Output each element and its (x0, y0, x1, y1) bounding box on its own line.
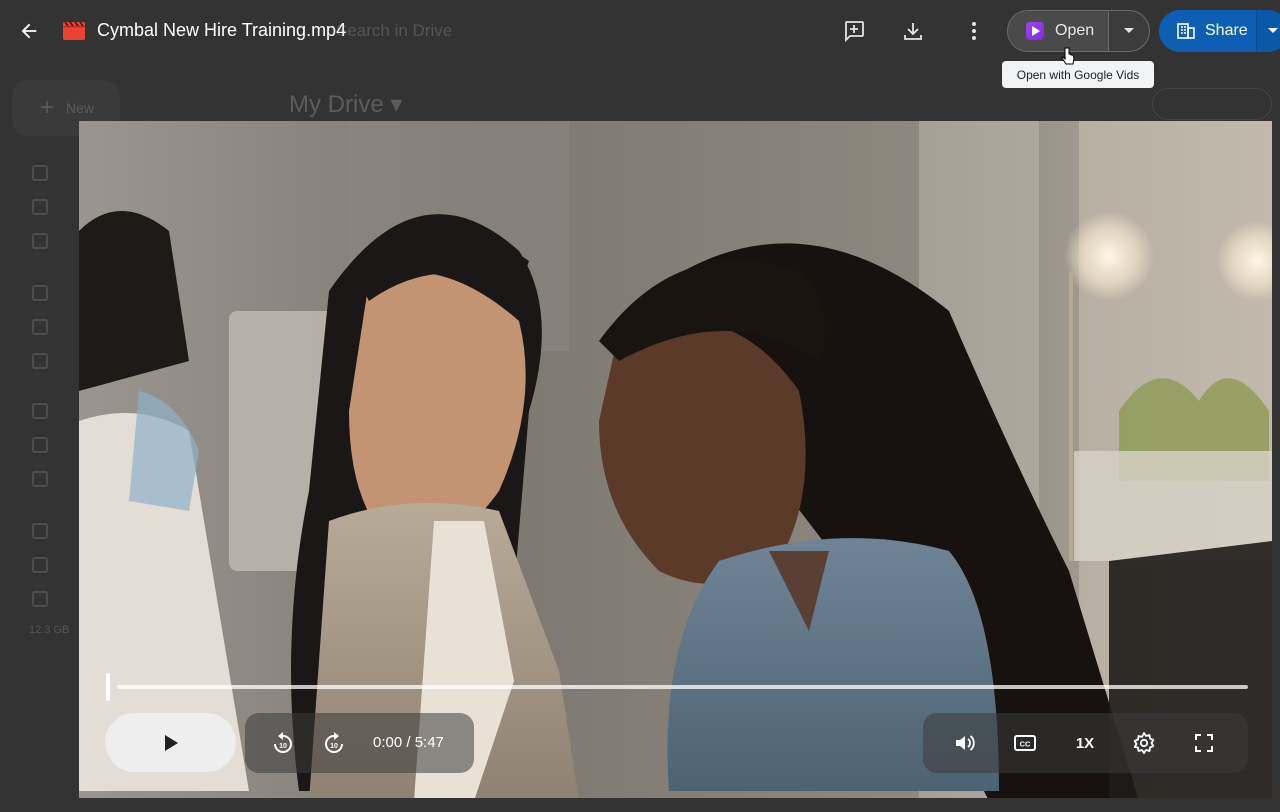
playback-speed-label: 1X (1075, 734, 1095, 752)
drive-nav-item (24, 198, 74, 218)
video-file-icon (63, 21, 85, 40)
drive-nav-item (24, 436, 74, 456)
drive-nav-item (24, 352, 74, 372)
add-comment-button[interactable] (836, 13, 872, 49)
caret-down-icon (1124, 28, 1134, 33)
caret-down-icon (1268, 28, 1278, 33)
video-frame-image (79, 121, 1272, 798)
play-icon (164, 734, 178, 751)
more-options-button[interactable] (956, 13, 992, 49)
fullscreen-icon (1195, 734, 1213, 752)
open-button[interactable]: Open (1008, 11, 1108, 51)
captions-button[interactable]: CC (1007, 725, 1043, 761)
playback-controls: 10 10 0:00 / 5:47 (245, 713, 474, 773)
plus-icon: + (40, 94, 55, 121)
drive-nav-item (24, 164, 74, 184)
drive-nav-item (24, 402, 74, 422)
video-scrubber-handle[interactable] (106, 673, 110, 701)
mouse-pointer-icon (1061, 47, 1075, 65)
closed-captions-icon: CC (1014, 735, 1036, 751)
drive-storage-text: 12.3 GB (29, 624, 70, 636)
add-comment-icon (845, 21, 864, 43)
share-split-button: Share (1159, 10, 1280, 52)
drive-nav-item (24, 556, 74, 576)
open-with-split-button: Open (1007, 10, 1150, 52)
forward-10-icon: 10 (325, 732, 343, 753)
preview-top-bar: Cymbal New Hire Training.mp4 Open Share (0, 0, 1280, 62)
drive-nav-item (24, 284, 74, 304)
back-button[interactable] (12, 12, 46, 50)
forward-10-button[interactable]: 10 (316, 725, 352, 761)
svg-text:10: 10 (279, 743, 287, 750)
shared-drive-icon (1177, 23, 1195, 39)
drive-nav-item (24, 318, 74, 338)
video-progress-bar[interactable] (117, 685, 1248, 689)
video-player[interactable]: 10 10 0:00 / 5:47 CC 1X (79, 121, 1272, 798)
drive-folder-title: My Drive ▾ (289, 91, 403, 118)
fullscreen-button[interactable] (1186, 725, 1222, 761)
playback-speed-button[interactable]: 1X (1067, 725, 1103, 761)
gear-icon (1133, 732, 1155, 754)
open-with-tooltip: Open with Google Vids (1002, 61, 1154, 88)
time-display: 0:00 / 5:47 (373, 734, 444, 751)
open-dropdown-button[interactable] (1108, 11, 1149, 51)
drive-nav-item (24, 522, 74, 542)
volume-icon (956, 735, 975, 751)
rewind-10-button[interactable]: 10 (265, 725, 301, 761)
volume-button[interactable] (947, 725, 983, 761)
play-button[interactable] (105, 713, 236, 772)
share-dropdown-button[interactable] (1256, 10, 1280, 52)
svg-text:CC: CC (1020, 740, 1031, 749)
download-button[interactable] (895, 13, 931, 49)
svg-text:10: 10 (330, 743, 338, 750)
arrow-back-icon (21, 23, 37, 39)
player-settings-controls: CC 1X (923, 713, 1248, 773)
drive-new-label: New (66, 100, 95, 116)
google-vids-icon (1026, 22, 1044, 40)
replay-10-icon: 10 (274, 732, 292, 753)
more-vert-icon (972, 22, 976, 40)
settings-button[interactable] (1126, 725, 1162, 761)
drive-nav-item (24, 470, 74, 490)
file-title: Cymbal New Hire Training.mp4 (97, 20, 347, 40)
share-button[interactable]: Share (1159, 10, 1256, 52)
download-icon (904, 23, 922, 40)
open-label: Open (1055, 22, 1095, 39)
share-label: Share (1205, 22, 1248, 39)
drive-nav-item (24, 590, 74, 610)
drive-view-toggle (1152, 88, 1272, 120)
drive-nav-item (24, 232, 74, 252)
